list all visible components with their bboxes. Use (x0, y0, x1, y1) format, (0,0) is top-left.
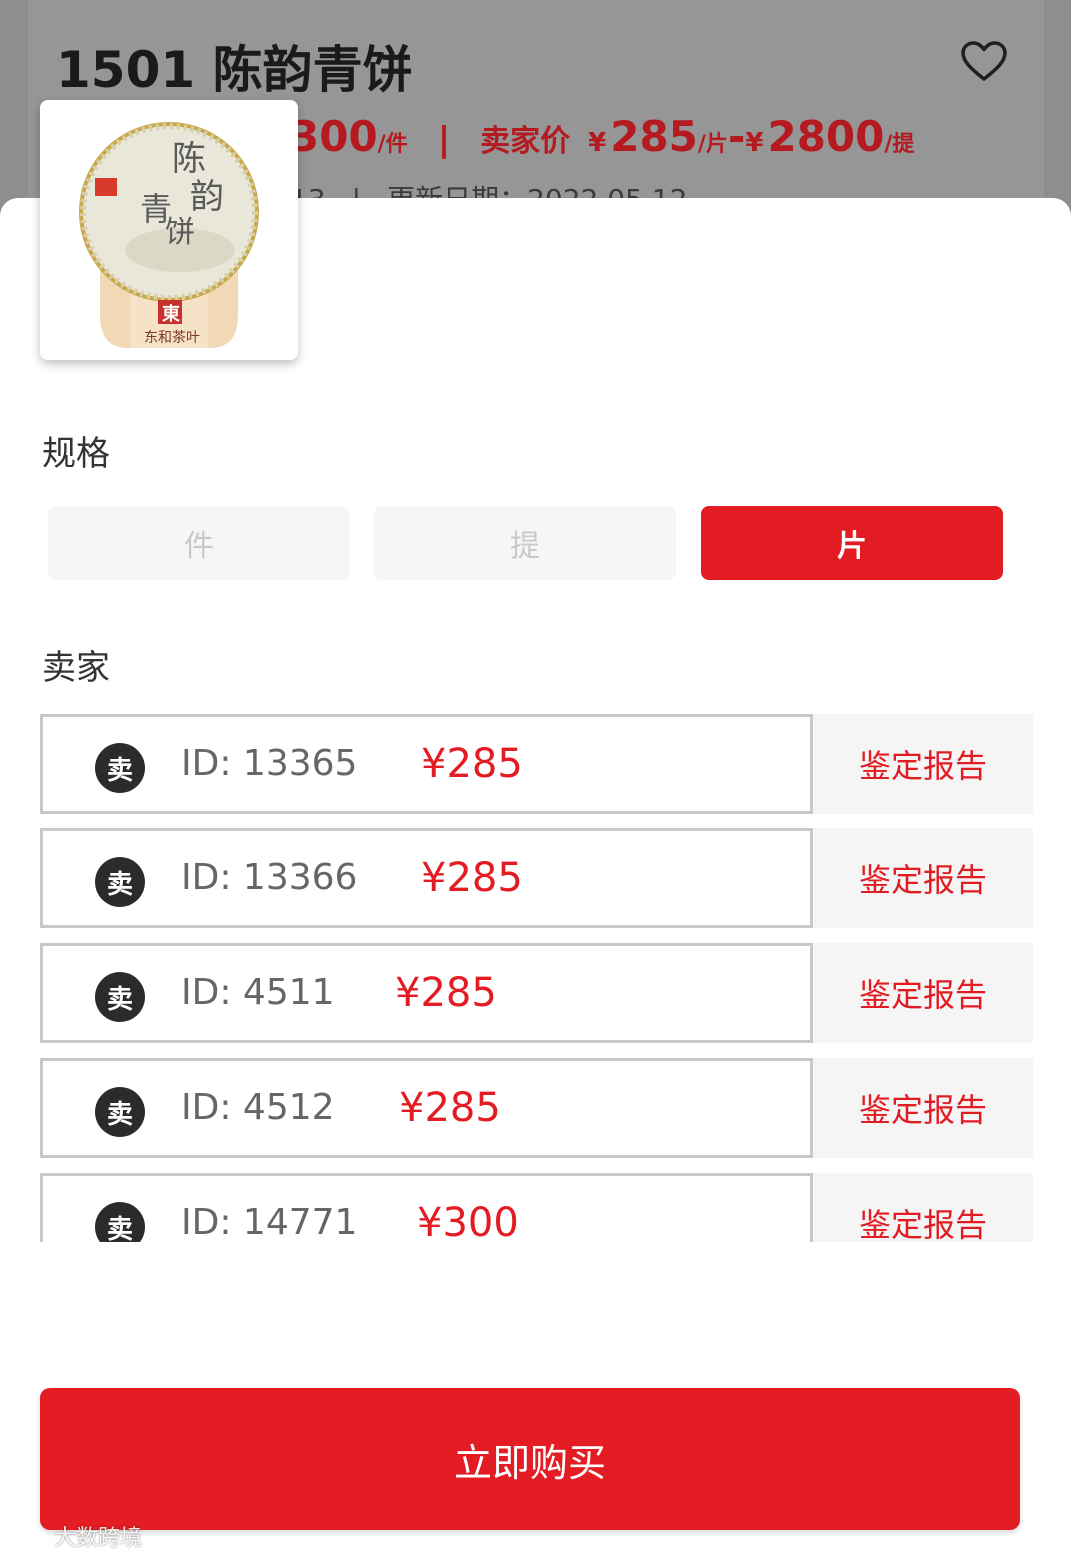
watermark-logo-icon (9, 1527, 47, 1544)
watermark-text: 大数跨境 (54, 1526, 143, 1551)
seller-price: ¥285 (395, 970, 497, 1016)
brand-logo-char: 東 (162, 303, 180, 325)
spec-option-jian[interactable]: 件 (48, 506, 350, 580)
partial-price: 300 (290, 112, 378, 161)
seller-badge-icon: 卖 (95, 972, 145, 1022)
seller-price: ¥285 (421, 855, 523, 901)
seller-row[interactable]: 卖 ID: 4512 ¥285 鉴定报告 (40, 1058, 1035, 1158)
appraisal-report-button[interactable]: 鉴定报告 (813, 943, 1033, 1043)
seller-badge-icon: 卖 (95, 1202, 145, 1242)
product-title: 1501 陈韵青饼 (56, 41, 413, 99)
seller-price: ¥285 (399, 1085, 501, 1131)
spec-option-ti[interactable]: 提 (374, 506, 676, 580)
seller-id: ID: 4512 (181, 1087, 335, 1128)
product-thumbnail: 陈 韵 青 饼 東 东和茶叶 (40, 100, 298, 360)
seller-price: ¥300 (417, 1200, 519, 1242)
seller-row[interactable]: 卖 ID: 4511 ¥285 鉴定报告 (40, 943, 1035, 1043)
brand-text: 东和茶叶 (144, 330, 200, 346)
cake-char-1: 陈 (172, 139, 206, 179)
spec-section-title: 规格 (42, 434, 110, 474)
appraisal-report-button[interactable]: 鉴定报告 (813, 1173, 1033, 1242)
seller-price-label: 卖家价 (480, 124, 571, 159)
seller-item[interactable]: 卖 ID: 4512 ¥285 (40, 1058, 813, 1158)
seller-list[interactable]: 卖 ID: 13365 ¥285 鉴定报告 卖 ID: 13366 ¥285 鉴… (40, 714, 1035, 1242)
appraisal-report-button[interactable]: 鉴定报告 (813, 714, 1033, 814)
cake-char-4: 饼 (165, 215, 195, 250)
price-range-dash: - (727, 112, 746, 161)
seller-id: ID: 4511 (181, 972, 335, 1013)
seller-section-title: 卖家 (42, 648, 110, 688)
partial-price-unit: /件 (377, 132, 408, 157)
max-price: 2800 (767, 112, 885, 161)
seller-badge-icon: 卖 (95, 1087, 145, 1137)
seller-row[interactable]: 卖 ID: 14771 ¥300 鉴定报告 (40, 1173, 1035, 1242)
seller-item[interactable]: 卖 ID: 14771 ¥300 (40, 1173, 813, 1242)
min-price-unit: /片 (697, 132, 728, 157)
appraisal-report-button[interactable]: 鉴定报告 (813, 1058, 1033, 1158)
seller-item[interactable]: 卖 ID: 13366 ¥285 (40, 828, 813, 928)
seller-badge-icon: 卖 (95, 857, 145, 907)
price-separator: | (437, 120, 451, 160)
tea-cake-image: 陈 韵 青 饼 東 东和茶叶 (40, 100, 298, 360)
seller-price: ¥285 (421, 741, 523, 787)
spec-option-pian[interactable]: 片 (701, 506, 1003, 580)
seller-id: ID: 13366 (181, 857, 358, 898)
seller-item[interactable]: 卖 ID: 4511 ¥285 (40, 943, 813, 1043)
cake-char-2: 韵 (190, 177, 224, 217)
seller-item[interactable]: 卖 ID: 13365 ¥285 (40, 714, 813, 814)
seller-id: ID: 13365 (181, 743, 358, 784)
spec-options: 件 提 片 (48, 506, 1008, 580)
buy-now-button[interactable]: 立即购买 (40, 1388, 1020, 1530)
seller-row[interactable]: 卖 ID: 13366 ¥285 鉴定报告 (40, 828, 1035, 928)
spec-selection-sheet: 陈 韵 青 饼 東 东和茶叶 规格 件 提 片 卖家 卖 ID: 13365 ¥… (0, 100, 1071, 1556)
price-summary: 300 /件 | 卖家价 ¥ 285 /片 - ¥ 2800 /提 (290, 112, 914, 162)
seller-badge-icon: 卖 (95, 743, 145, 793)
watermark: 大数跨境 (8, 1520, 142, 1552)
min-price: 285 (610, 112, 698, 161)
max-currency: ¥ (745, 128, 764, 158)
favorite-heart-icon[interactable] (960, 40, 1008, 82)
seller-row[interactable]: 卖 ID: 13365 ¥285 鉴定报告 (40, 714, 1035, 814)
min-currency: ¥ (588, 128, 607, 158)
appraisal-report-button[interactable]: 鉴定报告 (813, 828, 1033, 928)
max-price-unit: /提 (884, 132, 915, 157)
seller-id: ID: 14771 (181, 1202, 358, 1242)
page: 1501 陈韵青饼 300 /件 | 卖家价 ¥ 285 /片 - ¥ 2800… (0, 0, 1071, 1556)
